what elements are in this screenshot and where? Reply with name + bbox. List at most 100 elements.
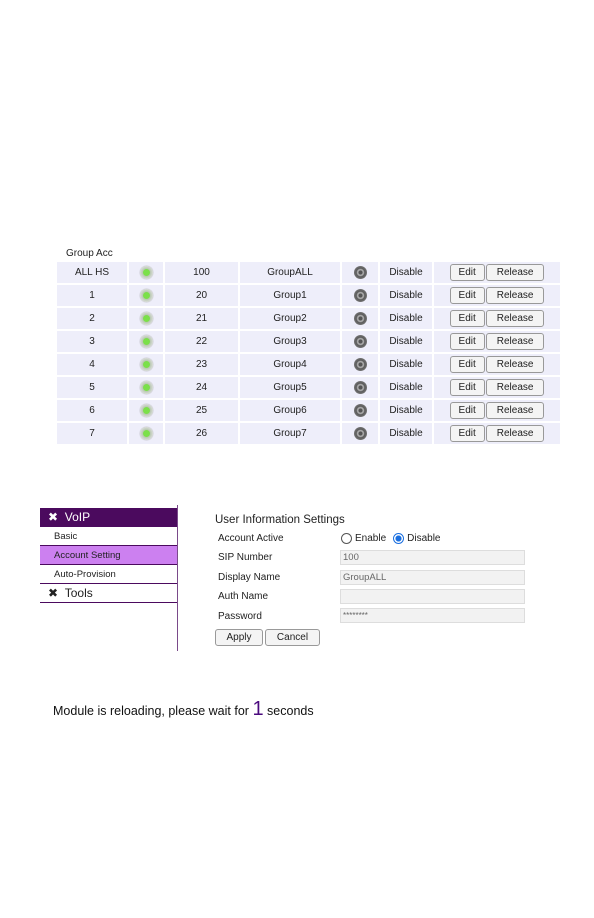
password-label: Password (218, 611, 262, 622)
apply-button[interactable]: Apply (215, 629, 263, 646)
group-number: 20 (165, 285, 238, 306)
disabled-led-icon (353, 404, 367, 417)
group-number: 25 (165, 400, 238, 421)
disabled-led-icon (353, 312, 367, 325)
edit-button[interactable]: Edit (449, 333, 485, 350)
edit-button[interactable]: Edit (449, 264, 485, 281)
sidebar-section-tools[interactable]: ✖ Tools (40, 584, 177, 603)
sidebar-item-basic[interactable]: Basic (40, 527, 177, 546)
release-button[interactable]: Release (485, 287, 545, 304)
display-name-input[interactable]: GroupALL (340, 570, 525, 585)
group-number: 100 (165, 262, 238, 283)
group-number: 24 (165, 377, 238, 398)
status-led-icon (139, 312, 153, 325)
group-table-title: Group Acc (66, 248, 113, 259)
group-id: 4 (57, 354, 127, 375)
group-row: 1 20 Group1 Disable Edit Release (57, 285, 560, 306)
auth-name-input[interactable] (340, 589, 525, 604)
auth-name-label: Auth Name (218, 591, 269, 602)
enable-radio[interactable] (341, 533, 352, 544)
group-name: Group6 (240, 400, 340, 421)
group-name: Group3 (240, 331, 340, 352)
group-status: Disable (380, 285, 432, 306)
edit-button[interactable]: Edit (449, 402, 485, 419)
sidebar-divider (177, 505, 178, 651)
group-name: Group7 (240, 423, 340, 444)
group-status: Disable (380, 400, 432, 421)
group-status: Disable (380, 377, 432, 398)
disabled-led-icon (353, 335, 367, 348)
release-button[interactable]: Release (485, 310, 545, 327)
group-row: 6 25 Group6 Disable Edit Release (57, 400, 560, 421)
group-number: 23 (165, 354, 238, 375)
sidebar-section-voip[interactable]: ✖ VoIP (40, 508, 177, 527)
disabled-led-icon (353, 358, 367, 371)
countdown: 1 (252, 698, 264, 720)
status-led-icon (139, 381, 153, 394)
sip-number-input[interactable]: 100 (340, 550, 525, 565)
group-row: 3 22 Group3 Disable Edit Release (57, 331, 560, 352)
disabled-led-icon (353, 381, 367, 394)
group-status: Disable (380, 354, 432, 375)
release-button[interactable]: Release (485, 379, 545, 396)
release-button[interactable]: Release (485, 356, 545, 373)
group-row: ALL HS 100 GroupALL Disable Edit Release (57, 262, 560, 283)
group-id: 3 (57, 331, 127, 352)
group-name: Group2 (240, 308, 340, 329)
group-id: 5 (57, 377, 127, 398)
group-status: Disable (380, 262, 432, 283)
account-active-label: Account Active (218, 533, 284, 544)
disable-label: Disable (407, 533, 441, 544)
edit-button[interactable]: Edit (449, 379, 485, 396)
tools-icon: ✖ (48, 586, 59, 600)
sidebar-item-account-setting[interactable]: Account Setting (40, 546, 177, 565)
group-number: 22 (165, 331, 238, 352)
group-name: GroupALL (240, 262, 340, 283)
edit-button[interactable]: Edit (449, 287, 485, 304)
edit-button[interactable]: Edit (449, 425, 485, 442)
group-id: 1 (57, 285, 127, 306)
disabled-led-icon (353, 289, 367, 302)
group-id: 7 (57, 423, 127, 444)
status-led-icon (139, 266, 153, 279)
group-number: 21 (165, 308, 238, 329)
group-number: 26 (165, 423, 238, 444)
group-status: Disable (380, 423, 432, 444)
edit-button[interactable]: Edit (449, 356, 485, 373)
display-name-label: Display Name (218, 572, 281, 583)
group-name: Group4 (240, 354, 340, 375)
status-led-icon (139, 404, 153, 417)
enable-label: Enable (355, 533, 387, 544)
status-led-icon (139, 427, 153, 440)
group-name: Group5 (240, 377, 340, 398)
disabled-led-icon (353, 266, 367, 279)
release-button[interactable]: Release (485, 333, 545, 350)
reload-message: Module is reloading, please wait for 1 s… (53, 698, 314, 720)
group-table: ALL HS 100 GroupALL Disable Edit Release 1… (55, 260, 562, 446)
group-row: 4 23 Group4 Disable Edit Release (57, 354, 560, 375)
group-id: 6 (57, 400, 127, 421)
tools-icon: ✖ (48, 510, 59, 524)
group-row: 5 24 Group5 Disable Edit Release (57, 377, 560, 398)
status-led-icon (139, 358, 153, 371)
edit-button[interactable]: Edit (449, 310, 485, 327)
group-row: 2 21 Group2 Disable Edit Release (57, 308, 560, 329)
release-button[interactable]: Release (485, 264, 545, 281)
group-id: ALL HS (57, 262, 127, 283)
disable-radio[interactable] (393, 533, 405, 544)
sip-number-label: SIP Number (218, 552, 273, 563)
form-title: User Information Settings (215, 514, 345, 526)
disabled-led-icon (353, 427, 367, 440)
group-status: Disable (380, 331, 432, 352)
password-input[interactable]: ******** (340, 608, 525, 623)
group-name: Group1 (240, 285, 340, 306)
release-button[interactable]: Release (485, 402, 545, 419)
group-id: 2 (57, 308, 127, 329)
status-led-icon (139, 289, 153, 302)
release-button[interactable]: Release (485, 425, 545, 442)
group-status: Disable (380, 308, 432, 329)
cancel-button[interactable]: Cancel (265, 629, 320, 646)
group-row: 7 26 Group7 Disable Edit Release (57, 423, 560, 444)
status-led-icon (139, 335, 153, 348)
sidebar-item-auto-provision[interactable]: Auto-Provision (40, 565, 177, 584)
